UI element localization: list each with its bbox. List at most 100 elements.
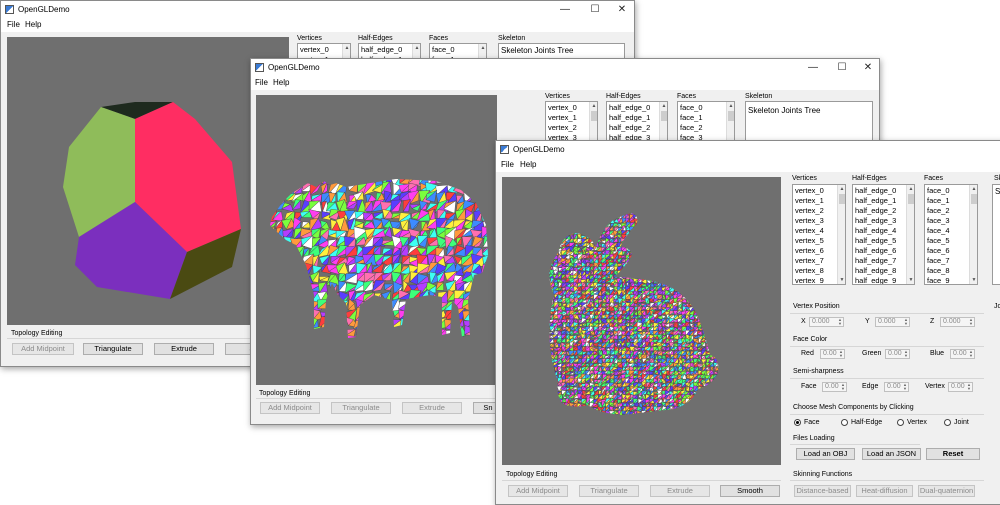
scroll-up-icon[interactable]: ▲ <box>343 44 350 52</box>
list-item[interactable]: half_edge_0 <box>609 103 650 112</box>
skeleton-tree[interactable]: Skeleton Joints Tree <box>745 101 873 143</box>
mesh-triangle <box>712 318 719 325</box>
mesh-triangle <box>669 262 674 267</box>
list-item[interactable]: half_edge_2 <box>609 123 650 132</box>
menu-help[interactable]: Help <box>520 160 536 169</box>
mesh-triangle <box>708 337 715 344</box>
close-icon[interactable]: ✕ <box>608 2 634 18</box>
scroll-up-icon[interactable]: ▲ <box>590 102 597 110</box>
scroll-thumb[interactable] <box>591 111 597 121</box>
list-scrollbar[interactable]: ▲ <box>589 102 597 142</box>
scroll-up-icon[interactable]: ▲ <box>479 44 486 52</box>
mesh-triangle <box>601 213 608 220</box>
gl-viewport[interactable] <box>502 177 781 465</box>
skeleton-tree-root[interactable]: Skeleton Joints Tree <box>748 106 820 115</box>
menu-help[interactable]: Help <box>25 20 41 29</box>
list-item[interactable]: vertex_0 <box>548 103 577 112</box>
list-item[interactable]: vertex_0 <box>300 45 329 54</box>
mesh-triangle <box>642 230 647 236</box>
list-item[interactable]: half_edge_1 <box>609 113 650 122</box>
mesh-triangle <box>270 183 277 194</box>
mesh-triangle <box>670 273 674 279</box>
close-icon[interactable]: ✕ <box>854 60 879 76</box>
scroll-up-icon[interactable]: ▲ <box>727 102 734 110</box>
mesh-triangle <box>677 223 684 229</box>
mesh-triangle <box>640 237 647 244</box>
menu-file[interactable]: File <box>501 160 514 169</box>
triangulate-button[interactable]: Triangulate <box>83 343 143 355</box>
title-bar[interactable]: OpenGLDemo <box>496 141 1000 159</box>
mesh-triangle <box>633 253 638 260</box>
extrude-button[interactable]: Extrude <box>402 402 462 414</box>
mesh-triangle <box>584 213 592 216</box>
title-bar[interactable]: OpenGLDemo — ☐ ✕ <box>251 59 879 77</box>
mesh-triangle <box>344 179 357 187</box>
mesh-triangle <box>272 290 285 300</box>
mesh-triangle <box>662 213 667 217</box>
menu-file[interactable]: File <box>255 78 268 87</box>
mesh-triangle <box>721 310 725 314</box>
mesh-triangle <box>273 329 284 338</box>
mesh-triangle <box>717 287 719 293</box>
skeleton-tree-root[interactable]: Skeleton Joints Tree <box>501 46 573 55</box>
title-bar[interactable]: OpenGLDemo — ☐ ✕ <box>1 1 634 19</box>
mesh-triangle <box>649 222 654 228</box>
menu-file[interactable]: File <box>7 20 20 29</box>
maximize-icon[interactable]: ☐ <box>828 60 856 76</box>
mesh-triangle <box>710 298 716 305</box>
half-edges-list[interactable]: half_edge_0 half_edge_1 half_edge_2 half… <box>606 101 668 143</box>
mesh-triangle <box>681 218 687 223</box>
mesh-triangle <box>665 266 671 272</box>
mesh-triangle <box>714 277 719 285</box>
maximize-icon[interactable]: ☐ <box>581 2 609 18</box>
scroll-up-icon[interactable]: ▲ <box>413 44 420 52</box>
add-midpoint-button[interactable]: Add Midpoint <box>12 343 74 355</box>
mesh-triangle <box>361 324 377 337</box>
menu-help[interactable]: Help <box>273 78 289 87</box>
mesh-triangle <box>686 287 692 292</box>
mesh-triangle <box>479 193 488 202</box>
add-midpoint-button[interactable]: Add Midpoint <box>260 402 320 414</box>
mesh-triangle <box>596 222 603 227</box>
extrude-button[interactable]: Extrude <box>154 343 214 355</box>
list-item[interactable]: face_0 <box>680 103 703 112</box>
list-item[interactable]: vertex_2 <box>548 123 577 132</box>
mesh-triangle <box>577 213 583 220</box>
scroll-up-icon[interactable]: ▲ <box>660 102 667 110</box>
triangulate-button[interactable]: Triangulate <box>331 402 391 414</box>
list-item[interactable]: face_2 <box>680 123 703 132</box>
mesh-triangle <box>704 325 711 331</box>
mesh-triangle <box>676 281 683 288</box>
mesh-triangle <box>682 261 686 267</box>
scroll-thumb[interactable] <box>728 111 734 121</box>
mesh-triangle <box>633 266 640 271</box>
list-scrollbar[interactable]: ▲ <box>659 102 667 142</box>
gl-viewport[interactable] <box>256 95 497 385</box>
vertices-list[interactable]: vertex_0 vertex_1 vertex_2 vertex_3 ▲ <box>545 101 598 143</box>
window-bunny[interactable]: OpenGLDemo File Help Vertices vertex_0 v… <box>495 140 1000 505</box>
scroll-thumb[interactable] <box>661 111 667 121</box>
mesh-triangle <box>652 263 660 267</box>
mesh-triangle <box>652 229 659 235</box>
list-item[interactable]: vertex_1 <box>548 113 577 122</box>
list-item[interactable]: face_1 <box>680 113 703 122</box>
mesh-triangle <box>565 226 572 233</box>
mesh-triangle <box>685 294 690 299</box>
gl-viewport[interactable] <box>7 37 289 325</box>
mesh-triangle <box>722 348 725 351</box>
faces-list[interactable]: face_0 face_1 face_2 face_3 ▲ <box>677 101 735 143</box>
mesh-triangle <box>722 284 725 287</box>
list-item[interactable]: half_edge_0 <box>361 45 402 54</box>
mesh-triangle <box>481 273 488 286</box>
mesh-triangle <box>674 213 678 221</box>
minimize-icon[interactable]: — <box>551 2 579 18</box>
mesh-triangle <box>709 261 714 268</box>
mesh-triangle <box>549 291 550 296</box>
mesh-triangle <box>380 335 393 338</box>
mesh-triangle <box>712 323 718 327</box>
list-scrollbar[interactable]: ▲ <box>726 102 734 142</box>
mesh-triangle <box>701 245 707 252</box>
list-item[interactable]: face_0 <box>432 45 455 54</box>
mesh-triangle <box>471 182 484 193</box>
minimize-icon[interactable]: — <box>799 60 827 76</box>
